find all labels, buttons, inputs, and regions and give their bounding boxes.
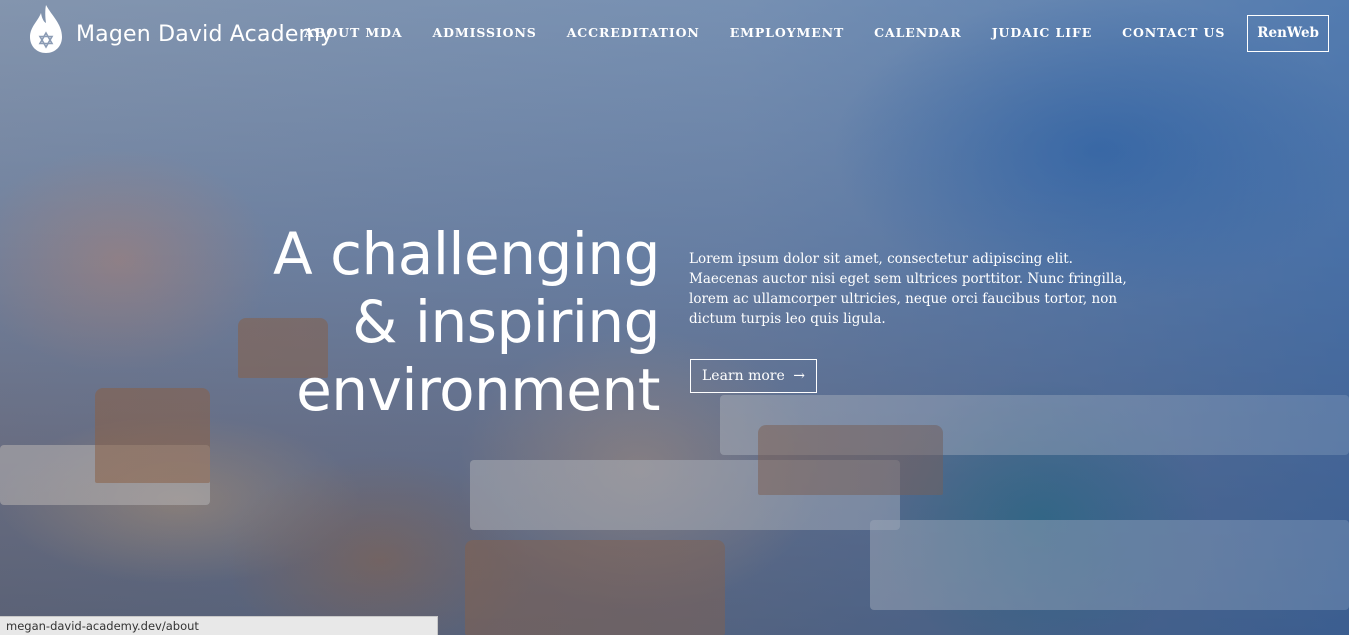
headline-line: & inspiring <box>352 288 660 356</box>
nav-item-employment[interactable]: EMPLOYMENT <box>730 14 844 52</box>
nav-item-judaic-life[interactable]: JUDAIC LIFE <box>992 14 1092 52</box>
hero-intro-text: Lorem ipsum dolor sit amet, consectetur … <box>689 251 1127 327</box>
learn-more-button[interactable]: Learn more → <box>690 359 817 393</box>
headline-line: environment <box>296 356 660 424</box>
learn-more-label: Learn more <box>702 368 785 384</box>
nav-item-accreditation[interactable]: ACCREDITATION <box>567 14 700 52</box>
site-header: Magen David Academy ABOUT MDA ADMISSIONS… <box>0 0 1349 68</box>
headline-line: A challenging <box>273 220 660 288</box>
browser-status-bar: megan-david-academy.dev/about <box>0 616 438 635</box>
hero-headline: A challenging & inspiring environment <box>160 220 660 424</box>
nav-item-about[interactable]: ABOUT MDA <box>304 14 402 52</box>
flame-star-icon <box>30 5 62 53</box>
nav-item-contact[interactable]: CONTACT US <box>1122 14 1225 52</box>
main-nav: ABOUT MDA ADMISSIONS ACCREDITATION EMPLO… <box>274 14 1329 52</box>
nav-item-admissions[interactable]: ADMISSIONS <box>433 14 537 52</box>
arrow-right-icon: → <box>793 368 805 384</box>
nav-item-calendar[interactable]: CALENDAR <box>874 14 962 52</box>
renweb-button[interactable]: RenWeb <box>1247 14 1329 52</box>
